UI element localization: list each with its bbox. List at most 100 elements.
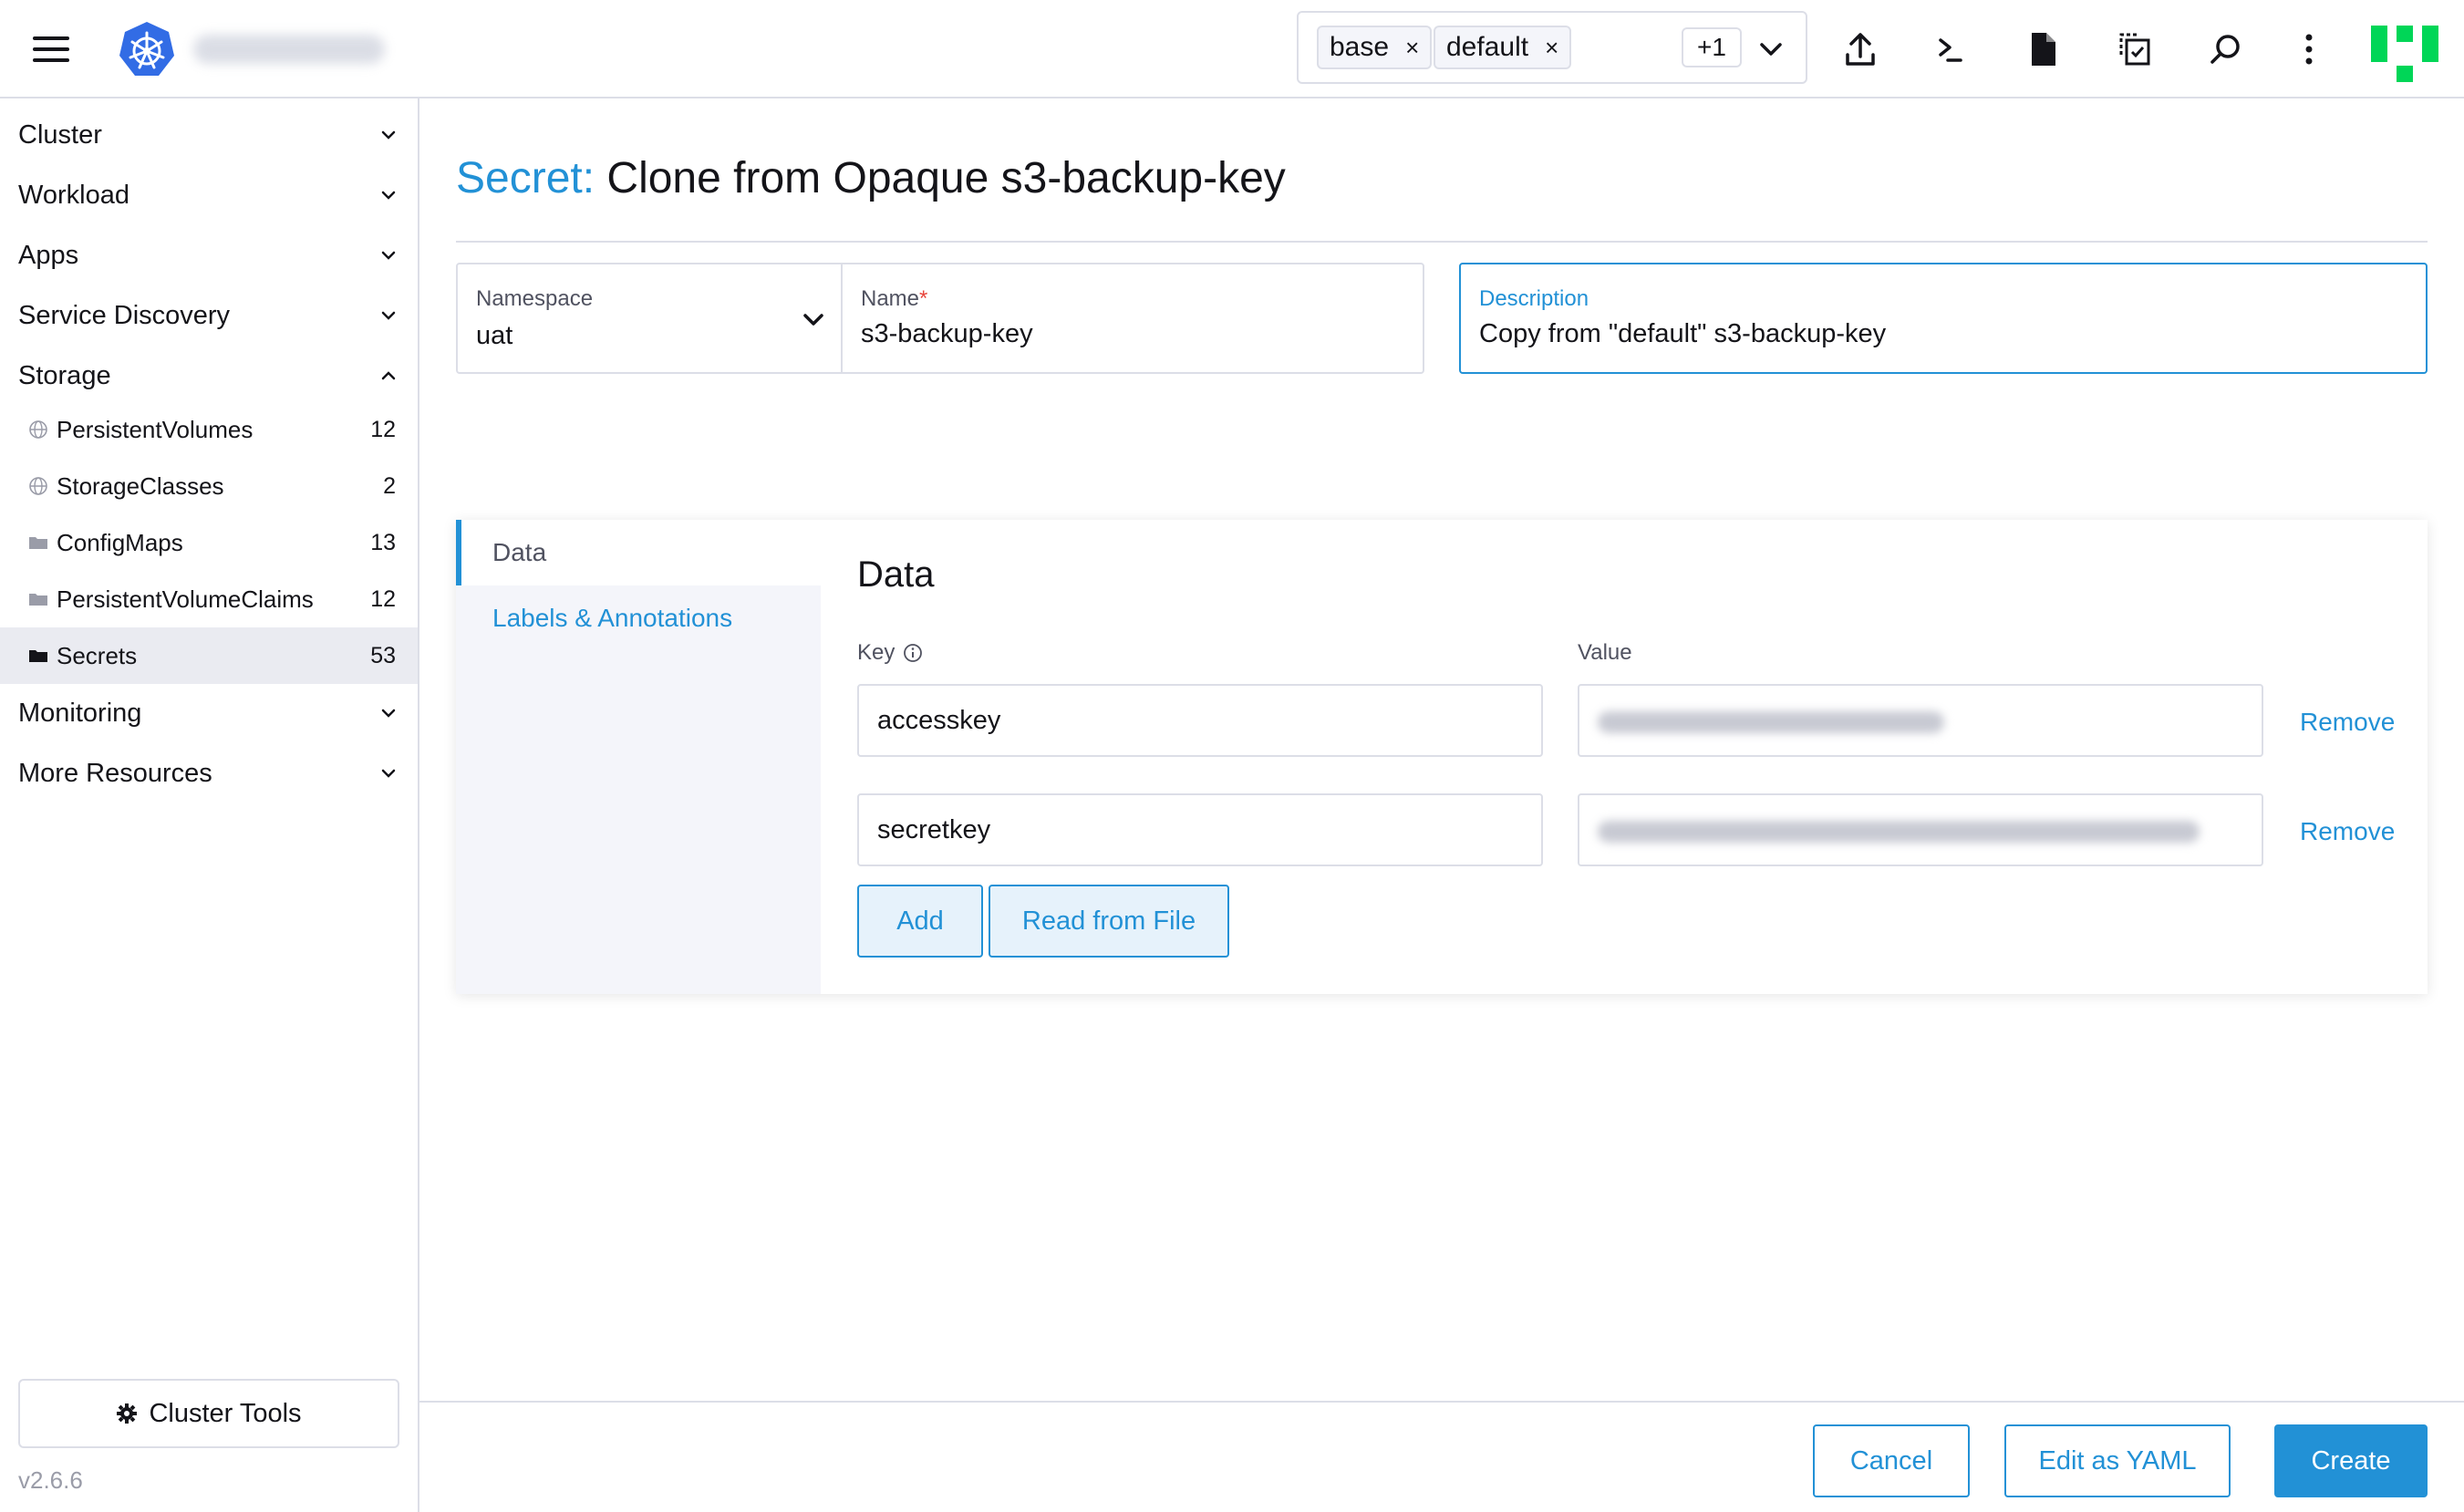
sidebar-group-label: Workload (18, 180, 129, 210)
chevron-down-icon (381, 311, 396, 320)
item-count: 12 (370, 416, 396, 442)
item-count: 2 (383, 472, 396, 499)
name-label: Name* (861, 286, 928, 311)
sidebar-group-label: More Resources (18, 758, 212, 788)
info-icon[interactable] (902, 642, 924, 664)
brand-logo-icon[interactable] (2371, 26, 2438, 82)
globe-icon (29, 420, 47, 439)
add-button[interactable]: Add (857, 885, 983, 958)
sidebar-group-apps[interactable]: Apps (0, 226, 418, 285)
description-field[interactable]: Description Copy from "default" s3-backu… (1459, 263, 2428, 374)
data-card: Data Labels & Annotations Data Key Value… (456, 520, 2428, 994)
item-count: 12 (370, 585, 396, 612)
page-title-text: Clone from Opaque s3-backup-key (606, 154, 1286, 202)
namespace-filter[interactable]: base × default × +1 (1297, 11, 1807, 84)
sidebar-item-label: StorageClasses (57, 471, 224, 500)
sidebar-group-more-resources[interactable]: More Resources (0, 744, 418, 803)
sidebar-item-secrets[interactable]: Secrets 53 (0, 627, 418, 684)
item-count: 53 (370, 642, 396, 668)
sidebar-group-label: Cluster (18, 119, 102, 150)
key-input[interactable]: accesskey (857, 684, 1543, 757)
tab-label: Labels & Annotations (492, 604, 733, 632)
title-divider (456, 241, 2428, 243)
sidebar-group-cluster[interactable]: Cluster (0, 106, 418, 164)
sidebar-item-persistentvolumeclaims[interactable]: PersistentVolumeClaims 12 (0, 571, 418, 627)
cluster-name (193, 35, 385, 64)
section-title: Data (857, 554, 935, 595)
page-title: Secret: Clone from Opaque s3-backup-key (456, 153, 1286, 203)
chevron-down-icon[interactable] (799, 305, 828, 334)
chevron-down-icon (381, 709, 396, 718)
chevron-down-icon (381, 251, 396, 260)
description-value: Copy from "default" s3-backup-key (1479, 319, 1887, 348)
terminal-icon[interactable] (1930, 27, 1973, 71)
key-column-label: Key (857, 640, 924, 666)
sidebar-item-label: PersistentVolumes (57, 415, 254, 443)
key-input[interactable]: secretkey (857, 793, 1543, 866)
cancel-button[interactable]: Cancel (1813, 1424, 1970, 1497)
sidebar-group-service-discovery[interactable]: Service Discovery (0, 286, 418, 345)
tab-data[interactable]: Data (456, 520, 821, 585)
file-icon[interactable] (2021, 27, 2065, 71)
more-vertical-icon[interactable] (2287, 27, 2331, 71)
namespace-chip-label: default (1446, 32, 1529, 62)
chevron-down-icon[interactable] (1755, 33, 1787, 66)
required-mark: * (919, 286, 928, 311)
masked-value (1598, 821, 2200, 843)
upload-icon[interactable] (1838, 27, 1882, 71)
globe-icon (29, 477, 47, 495)
cluster-tools-button[interactable]: Cluster Tools (18, 1379, 399, 1448)
sidebar-item-label: ConfigMaps (57, 528, 183, 556)
search-icon[interactable] (2203, 27, 2247, 71)
chevron-up-icon (381, 371, 396, 380)
more-namespaces-badge[interactable]: +1 (1682, 27, 1742, 67)
namespace-chip-base[interactable]: base × (1317, 26, 1433, 69)
sidebar: Cluster Workload Apps Service Discovery … (0, 98, 419, 1512)
sidebar-group-label: Service Discovery (18, 300, 231, 330)
close-icon[interactable]: × (1405, 34, 1419, 62)
sidebar-item-persistentvolumes[interactable]: PersistentVolumes 12 (0, 401, 418, 458)
sidebar-group-workload[interactable]: Workload (0, 166, 418, 224)
sidebar-group-monitoring[interactable]: Monitoring (0, 684, 418, 742)
namespace-label: Namespace (476, 286, 594, 311)
sidebar-group-label: Monitoring (18, 698, 142, 728)
item-count: 13 (370, 529, 396, 555)
description-label: Description (1479, 286, 1589, 311)
read-from-file-button[interactable]: Read from File (989, 885, 1229, 958)
value-input[interactable] (1578, 684, 2263, 757)
remove-button[interactable]: Remove (2300, 708, 2395, 737)
edit-as-yaml-button[interactable]: Edit as YAML (2004, 1424, 2231, 1497)
chevron-down-icon (381, 191, 396, 200)
sidebar-item-configmaps[interactable]: ConfigMaps 13 (0, 514, 418, 571)
sidebar-item-label: PersistentVolumeClaims (57, 585, 314, 613)
folder-icon (29, 594, 47, 606)
name-field[interactable]: Name* s3-backup-key (841, 263, 1424, 374)
sidebar-item-label: Secrets (57, 641, 138, 669)
value-input[interactable] (1578, 793, 2263, 866)
remove-button[interactable]: Remove (2300, 817, 2395, 846)
namespace-chip-label: base (1330, 32, 1390, 62)
top-header: base × default × +1 (0, 0, 2464, 98)
namespace-chip-default[interactable]: default × (1434, 26, 1572, 69)
sidebar-item-storageclasses[interactable]: StorageClasses 2 (0, 458, 418, 514)
namespace-value: uat (476, 321, 513, 350)
sidebar-group-label: Apps (18, 240, 79, 270)
folder-icon (29, 537, 47, 549)
folder-icon (29, 650, 47, 662)
tab-label: Data (492, 538, 547, 566)
name-value: s3-backup-key (861, 319, 1033, 348)
sidebar-group-label: Storage (18, 360, 111, 390)
copy-config-icon[interactable] (2112, 27, 2156, 71)
namespace-select[interactable]: Namespace uat (456, 263, 843, 374)
version-label: v2.6.6 (18, 1466, 83, 1494)
form-footer: Cancel Edit as YAML Create (419, 1401, 2464, 1512)
kubernetes-logo-icon[interactable] (117, 20, 177, 80)
sidebar-group-storage[interactable]: Storage (0, 347, 418, 405)
chevron-down-icon (381, 130, 396, 140)
masked-value (1598, 711, 1944, 733)
close-icon[interactable]: × (1545, 34, 1558, 62)
tab-labels-annotations[interactable]: Labels & Annotations (456, 585, 821, 651)
create-button[interactable]: Create (2274, 1424, 2428, 1497)
gear-icon (117, 1403, 138, 1424)
menu-icon[interactable] (33, 36, 69, 62)
